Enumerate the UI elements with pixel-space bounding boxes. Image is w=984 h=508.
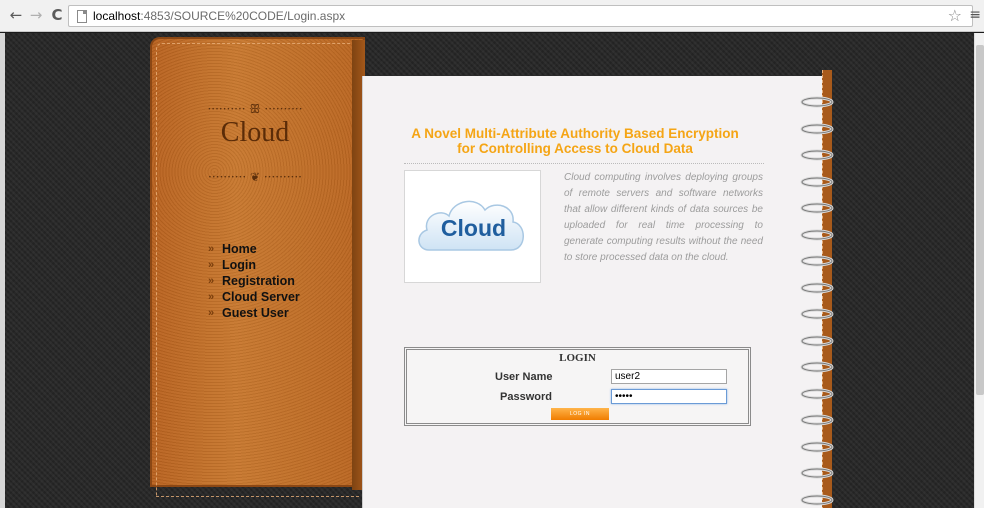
- browser-toolbar: ← → C localhost:4853/SOURCE%20CODE/Login…: [0, 0, 984, 32]
- login-title: LOGIN: [559, 352, 596, 364]
- spiral-ring: [800, 335, 834, 347]
- description-text: Cloud computing involves deploying group…: [564, 172, 763, 263]
- spiral-ring: [800, 229, 834, 241]
- forward-arrow-icon[interactable]: →: [28, 7, 44, 23]
- spiral-ring: [800, 282, 834, 294]
- menu-item-registration[interactable]: Registration: [204, 273, 300, 289]
- divider: [404, 163, 764, 164]
- spiral-ring: [800, 202, 834, 214]
- spiral-ring: [800, 176, 834, 188]
- spiral-ring: [800, 96, 834, 108]
- menu-item-login[interactable]: Login: [204, 257, 300, 273]
- cloud-logo-image: Cloud: [404, 170, 541, 283]
- password-label: Password: [500, 391, 552, 403]
- spiral-ring: [800, 123, 834, 135]
- spiral-ring: [800, 361, 834, 373]
- username-label: User Name: [495, 371, 553, 383]
- cloud-logo-text: Cloud: [440, 215, 507, 241]
- spiral-ring: [800, 441, 834, 453]
- scrollbar-thumb[interactable]: [976, 45, 984, 395]
- vertical-scrollbar[interactable]: [974, 33, 984, 508]
- menu-item-guest-user[interactable]: Guest User: [204, 305, 300, 321]
- address-bar[interactable]: localhost:4853/SOURCE%20CODE/Login.aspx …: [68, 5, 973, 27]
- spiral-ring: [800, 149, 834, 161]
- login-form: LOGIN User Name user2 Password ••••• LOG…: [404, 347, 751, 426]
- site-brand: Cloud: [220, 117, 290, 148]
- spiral-ring: [800, 308, 834, 320]
- headline-line-1: A Novel Multi-Attribute Authority Based …: [411, 126, 739, 141]
- spiral-ring: [800, 494, 834, 506]
- sidebar-menu: Home Login Registration Cloud Server Gue…: [204, 241, 300, 321]
- url-path: :4853/SOURCE%20CODE/Login.aspx: [140, 9, 346, 23]
- username-input[interactable]: user2: [611, 369, 727, 384]
- spiral-ring: [800, 414, 834, 426]
- bookmark-star-icon[interactable]: ☆: [948, 6, 962, 25]
- url-host: localhost: [93, 9, 141, 23]
- url-text[interactable]: localhost:4853/SOURCE%20CODE/Login.aspx: [93, 9, 345, 23]
- password-input[interactable]: •••••: [611, 389, 727, 404]
- menu-item-cloud-server[interactable]: Cloud Server: [204, 289, 300, 305]
- page-icon: [77, 10, 87, 23]
- reload-icon[interactable]: C: [49, 7, 65, 23]
- menu-item-home[interactable]: Home: [204, 241, 300, 257]
- ornament-top-icon: ·········· ꕥ ··········: [207, 102, 303, 116]
- login-button[interactable]: LOG IN: [551, 408, 609, 420]
- headline-line-2: for Controlling Access to Cloud Data: [457, 141, 693, 156]
- ornament-bottom-icon: ·········· ❦ ··········: [208, 170, 302, 184]
- back-arrow-icon[interactable]: ←: [8, 7, 24, 23]
- spiral-ring: [800, 467, 834, 479]
- browser-menu-icon[interactable]: ≡: [969, 7, 981, 23]
- page-headline: A Novel Multi-Attribute Authority Based …: [395, 126, 755, 156]
- spiral-ring: [800, 388, 834, 400]
- spiral-ring: [800, 255, 834, 267]
